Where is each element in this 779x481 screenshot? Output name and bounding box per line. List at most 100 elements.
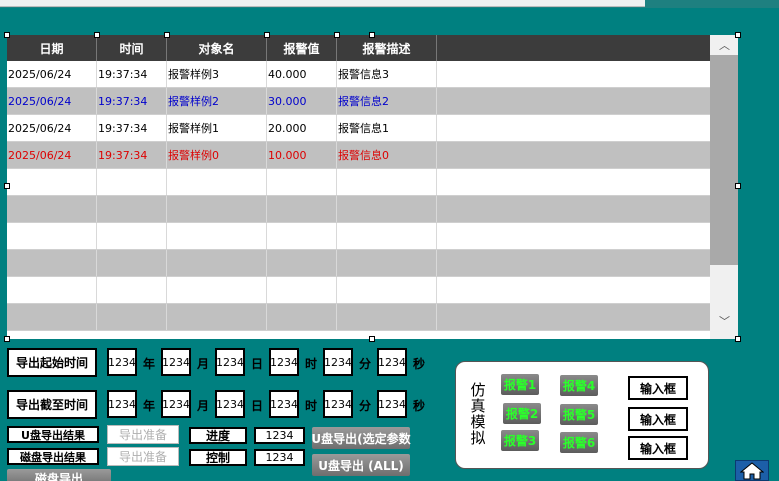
start-month-input[interactable]: 1234	[161, 348, 191, 376]
disk-export-status: 导出准备	[107, 447, 179, 466]
table-cell-empty	[97, 169, 167, 195]
table-row[interactable]	[7, 196, 710, 223]
table-cell-empty	[97, 250, 167, 276]
disk-export-button[interactable]: 磁盘导出	[7, 469, 111, 481]
cell-alarm-value: 20.000	[267, 115, 337, 141]
table-row[interactable]: 2025/06/24 19:37:34 报警样例2 30.000 报警信息2	[7, 88, 710, 115]
start-day-input[interactable]: 1234	[215, 348, 245, 376]
scroll-up-icon[interactable]: ︿	[719, 40, 730, 51]
start-hour-unit: 时	[305, 357, 318, 371]
table-header: 日期 时间 对象名 报警值 报警描述	[7, 35, 710, 61]
table-row[interactable]: 2025/06/24 19:37:34 报警样例1 20.000 报警信息1	[7, 115, 710, 142]
cell-time: 19:37:34	[97, 115, 167, 141]
table-row[interactable]	[7, 277, 710, 304]
end-second-input[interactable]: 1234	[377, 390, 407, 418]
cell-alarm-desc: 报警信息1	[337, 115, 437, 141]
usb-export-status: 导出准备	[107, 425, 179, 444]
cell-object-name: 报警样例3	[167, 61, 267, 87]
alarm-5-button[interactable]: 报警5	[560, 404, 598, 425]
selection-handle[interactable]	[735, 183, 741, 189]
end-year-unit: 年	[143, 399, 156, 413]
table-cell-empty	[97, 223, 167, 249]
input-box-1[interactable]: 输入框	[628, 376, 688, 400]
selection-handle[interactable]	[4, 183, 10, 189]
table-cell-empty	[437, 250, 710, 276]
alarm-4-button[interactable]: 报警4	[560, 375, 598, 396]
header-date: 日期	[7, 35, 97, 61]
start-year-input[interactable]: 1234	[107, 348, 137, 376]
table-row[interactable]: 2025/06/24 19:37:34 报警样例0 10.000 报警信息0	[7, 142, 710, 169]
table-row[interactable]	[7, 169, 710, 196]
table-cell-empty	[167, 223, 267, 249]
table-cell-empty	[267, 250, 337, 276]
selection-handle[interactable]	[735, 336, 741, 342]
table-body: 2025/06/24 19:37:34 报警样例3 40.000 报警信息3 2025/0…	[7, 61, 710, 331]
selection-handle[interactable]	[264, 32, 270, 38]
table-cell-empty	[437, 61, 710, 87]
selection-handle[interactable]	[334, 32, 340, 38]
top-bar-strip	[0, 0, 645, 7]
table-cell-empty	[267, 196, 337, 222]
table-row[interactable]	[7, 304, 710, 331]
table-cell-empty	[437, 223, 710, 249]
simulation-panel: 仿真模拟 报警1 报警2 报警3 报警4 报警5 报警6 输入框 输入框 输入框	[455, 361, 709, 469]
start-hour-input[interactable]: 1234	[269, 348, 299, 376]
table-cell-empty	[437, 88, 710, 114]
selection-handle[interactable]	[164, 32, 170, 38]
start-second-unit: 秒	[413, 357, 426, 371]
table-cell-empty	[337, 196, 437, 222]
cell-date: 2025/06/24	[7, 115, 97, 141]
table-scrollbar[interactable]: ︿ ﹀	[710, 35, 738, 339]
cell-alarm-value: 30.000	[267, 88, 337, 114]
table-row[interactable]: 2025/06/24 19:37:34 报警样例3 40.000 报警信息3	[7, 61, 710, 88]
start-day-unit: 日	[251, 357, 264, 371]
end-hour-unit: 时	[305, 399, 318, 413]
selection-handle[interactable]	[94, 32, 100, 38]
table-cell-empty	[7, 196, 97, 222]
alarm-2-button[interactable]: 报警2	[503, 403, 541, 424]
selection-handle[interactable]	[735, 32, 741, 38]
end-month-input[interactable]: 1234	[161, 390, 191, 418]
export-start-time-label: 导出起始时间	[7, 348, 97, 377]
selection-handle[interactable]	[4, 32, 10, 38]
table-cell-empty	[7, 169, 97, 195]
end-minute-unit: 分	[359, 399, 372, 413]
control-label: 控制	[189, 449, 247, 466]
end-hour-input[interactable]: 1234	[269, 390, 299, 418]
selection-handle[interactable]	[369, 336, 375, 342]
progress-label: 进度	[189, 427, 247, 444]
end-day-input[interactable]: 1234	[215, 390, 245, 418]
table-cell-empty	[337, 250, 437, 276]
start-second-input[interactable]: 1234	[377, 348, 407, 376]
cell-date: 2025/06/24	[7, 142, 97, 168]
scroll-down-icon[interactable]: ﹀	[719, 316, 730, 327]
input-box-2[interactable]: 输入框	[628, 407, 688, 431]
start-year-unit: 年	[143, 357, 156, 371]
table-cell-empty	[337, 223, 437, 249]
table-cell-empty	[7, 277, 97, 303]
cell-alarm-desc: 报警信息3	[337, 61, 437, 87]
simulation-title: 仿真模拟	[470, 381, 486, 447]
table-row[interactable]	[7, 250, 710, 277]
alarm-6-button[interactable]: 报警6	[560, 432, 598, 453]
end-minute-input[interactable]: 1234	[323, 390, 353, 418]
table-cell-empty	[267, 169, 337, 195]
alarm-table[interactable]: 日期 时间 对象名 报警值 报警描述 2025/06/24 19:37:34 报警样…	[7, 35, 738, 339]
usb-export-all-button[interactable]: U盘导出 (ALL)	[312, 454, 410, 476]
alarm-1-button[interactable]: 报警1	[501, 374, 539, 395]
selection-handle[interactable]	[369, 32, 375, 38]
cell-object-name: 报警样例2	[167, 88, 267, 114]
home-button[interactable]	[735, 460, 769, 481]
scrollbar-thumb[interactable]	[710, 55, 738, 265]
table-row[interactable]	[7, 223, 710, 250]
end-year-input[interactable]: 1234	[107, 390, 137, 418]
start-minute-input[interactable]: 1234	[323, 348, 353, 376]
usb-export-selected-button[interactable]: U盘导出(选定参数	[311, 427, 411, 449]
start-minute-unit: 分	[359, 357, 372, 371]
table-cell-empty	[437, 304, 710, 330]
header-time: 时间	[97, 35, 167, 61]
cell-alarm-desc: 报警信息2	[337, 88, 437, 114]
alarm-3-button[interactable]: 报警3	[501, 430, 539, 451]
input-box-3[interactable]: 输入框	[628, 436, 688, 460]
selection-handle[interactable]	[4, 336, 10, 342]
